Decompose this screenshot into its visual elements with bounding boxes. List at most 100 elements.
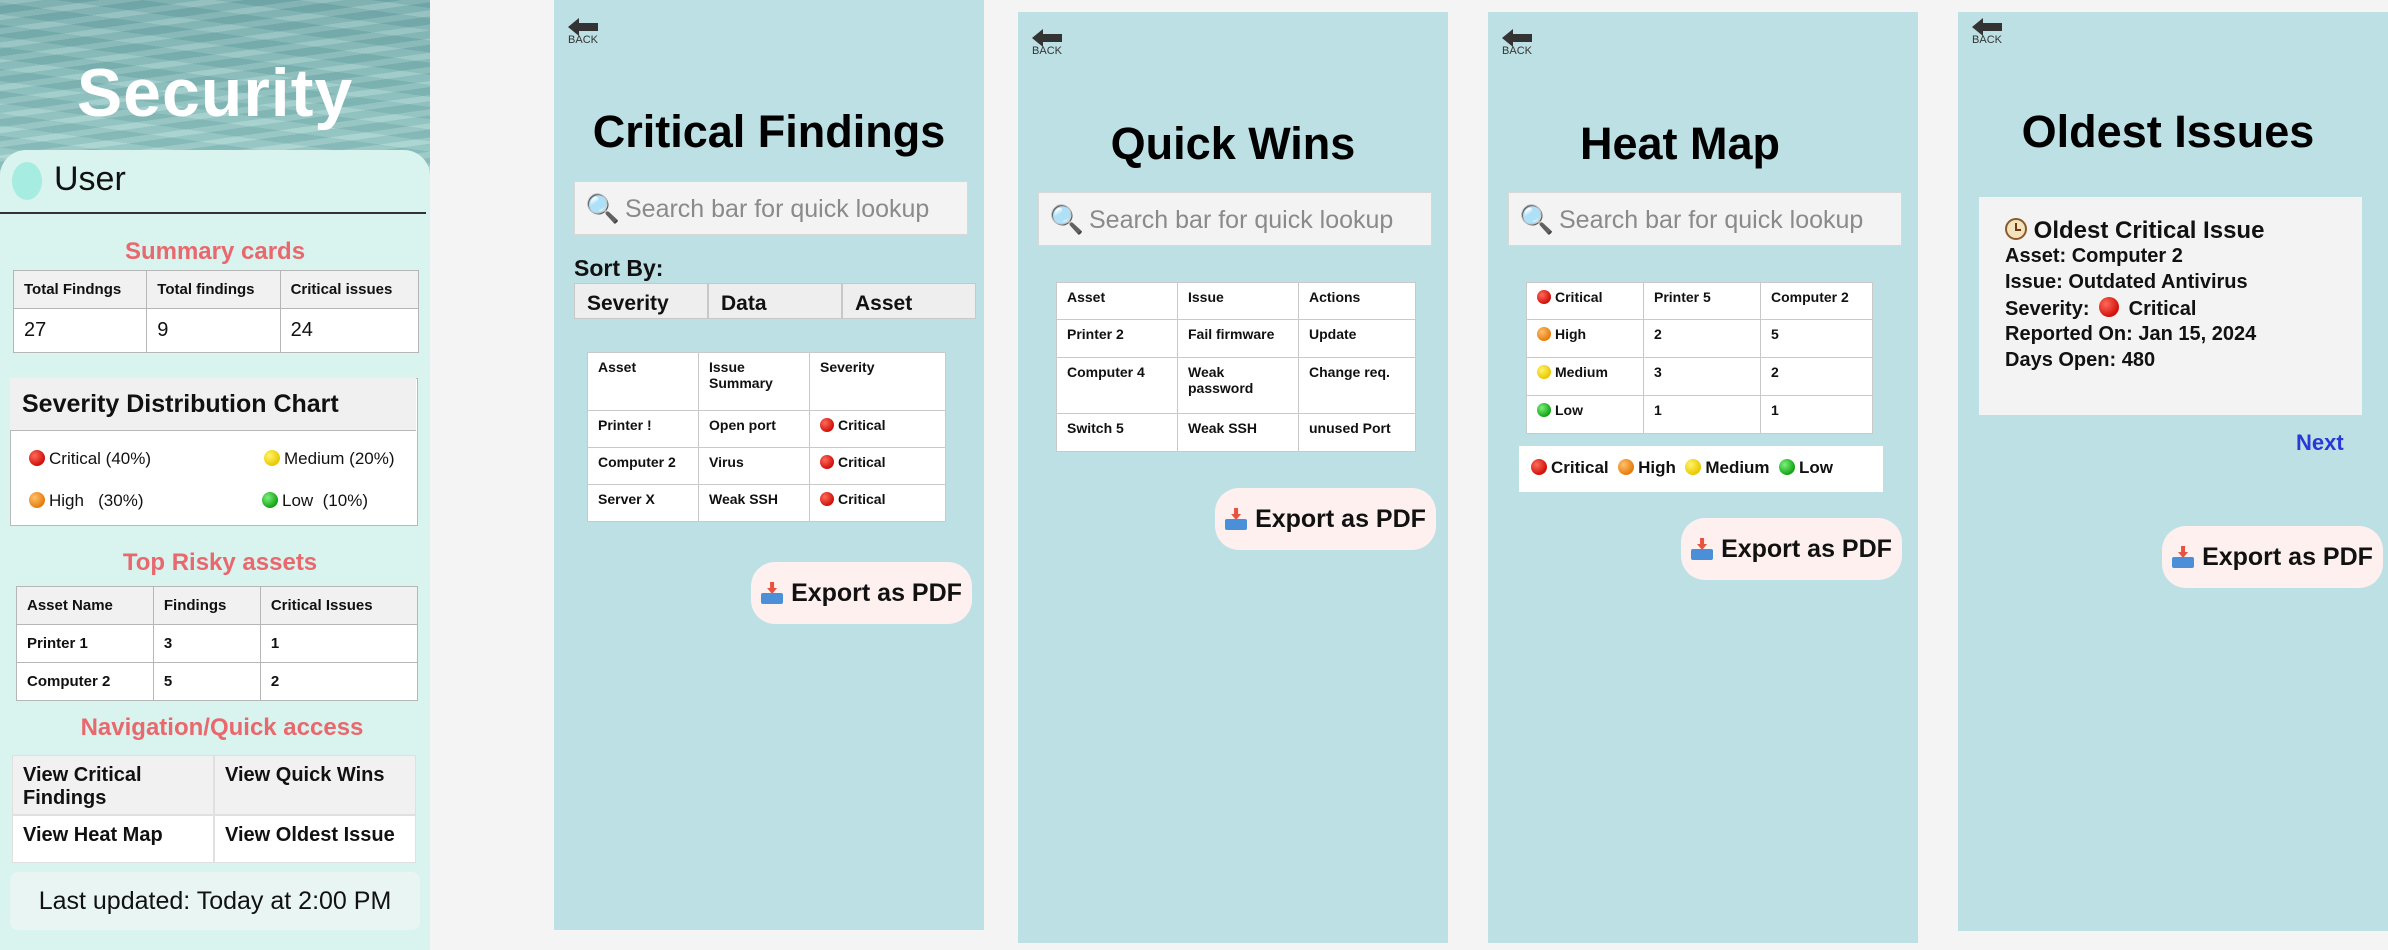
legend-critical: Critical (40%) bbox=[29, 449, 151, 469]
search-bar[interactable]: 🔍 bbox=[1508, 192, 1902, 246]
sort-asset-tab[interactable]: Asset bbox=[842, 283, 976, 319]
search-input[interactable] bbox=[623, 190, 963, 228]
table-row[interactable]: Computer 2 5 2 bbox=[16, 662, 419, 701]
column-header: Printer 5 bbox=[1643, 282, 1761, 320]
red-circle-icon bbox=[820, 455, 834, 469]
page-title: Heat Map bbox=[1579, 118, 1781, 169]
table-row[interactable]: Printer 1 3 1 bbox=[16, 624, 419, 663]
table-row[interactable]: Computer 2 Virus Critical bbox=[587, 447, 946, 485]
issue-line: Issue: Outdated Antivirus bbox=[2005, 271, 2248, 293]
search-icon: 🔍 bbox=[1519, 204, 1554, 235]
column-header: Issue Summary bbox=[698, 352, 810, 411]
user-label[interactable]: User bbox=[54, 160, 126, 199]
search-bar[interactable]: 🔍 bbox=[1038, 192, 1432, 246]
summary-header: Total Findngs bbox=[12, 270, 148, 309]
sort-data-tab[interactable]: Data bbox=[708, 283, 842, 319]
legend-medium: Medium (20%) bbox=[264, 449, 395, 469]
page-title: Critical Findings bbox=[592, 106, 946, 157]
summary-value: 9 bbox=[146, 308, 281, 353]
export-pdf-button[interactable]: Export as PDF bbox=[751, 562, 972, 624]
days-open-line: Days Open: 480 bbox=[2005, 349, 2156, 371]
red-circle-icon bbox=[820, 418, 834, 432]
green-circle-icon bbox=[1779, 459, 1796, 475]
last-updated: Last updated: Today at 2:00 PM bbox=[10, 872, 420, 930]
search-input[interactable] bbox=[1557, 201, 1897, 239]
back-button[interactable]: BACK bbox=[1967, 18, 2007, 46]
green-circle-icon bbox=[1537, 403, 1551, 417]
column-header: Critical bbox=[1555, 289, 1603, 305]
red-circle-icon bbox=[29, 450, 45, 466]
quick-wins-table: Asset Issue Actions Printer 2 Fail firmw… bbox=[1056, 282, 1416, 452]
inbox-tray-icon bbox=[2172, 546, 2195, 568]
asset-line: Asset: Computer 2 bbox=[2005, 245, 2183, 267]
summary-heading: Summary cards bbox=[124, 238, 306, 265]
summary-value: 27 bbox=[12, 308, 148, 353]
inbox-tray-icon bbox=[1225, 508, 1248, 530]
column-header: Computer 2 bbox=[1760, 282, 1873, 320]
risky-header: Findings bbox=[152, 586, 261, 625]
inbox-tray-icon bbox=[1691, 538, 1714, 560]
sort-severity-tab[interactable]: Severity bbox=[574, 283, 708, 319]
orange-circle-icon bbox=[29, 492, 45, 508]
risky-assets-heading: Top Risky assets bbox=[122, 549, 318, 576]
column-header: Asset bbox=[587, 352, 699, 411]
summary-header: Critical issues bbox=[279, 270, 420, 309]
column-header: Actions bbox=[1298, 282, 1416, 320]
column-header: Asset bbox=[1056, 282, 1178, 320]
severity-chart-title: Severity Distribution Chart bbox=[22, 390, 339, 418]
risky-header: Asset Name bbox=[16, 586, 154, 625]
red-circle-icon bbox=[820, 492, 834, 506]
yellow-circle-icon bbox=[264, 450, 280, 466]
table-row[interactable]: Printer 2 Fail firmware Update bbox=[1056, 319, 1416, 358]
table-row[interactable]: Computer 4 Weak password Change req. bbox=[1056, 357, 1416, 414]
view-quick-wins-button[interactable]: View Quick Wins bbox=[214, 755, 416, 815]
table-row[interactable]: High 2 5 bbox=[1526, 319, 1873, 358]
page-title: Quick Wins bbox=[1110, 118, 1356, 169]
critical-findings-table: Asset Issue Summary Severity Printer ! O… bbox=[587, 352, 946, 522]
search-icon: 🔍 bbox=[1049, 204, 1084, 235]
table-row[interactable]: Low 1 1 bbox=[1526, 395, 1873, 434]
column-header: Issue bbox=[1177, 282, 1299, 320]
page-title: Oldest Issues bbox=[2021, 106, 2315, 157]
export-pdf-button[interactable]: Export as PDF bbox=[1215, 488, 1436, 550]
table-row[interactable]: Switch 5 Weak SSH unused Port bbox=[1056, 413, 1416, 452]
table-row[interactable]: Medium 3 2 bbox=[1526, 357, 1873, 396]
table-row[interactable]: Printer ! Open port Critical bbox=[587, 410, 946, 448]
back-button[interactable]: BACK bbox=[563, 18, 603, 46]
orange-circle-icon bbox=[1537, 327, 1551, 341]
view-critical-findings-button[interactable]: View Critical Findings bbox=[12, 755, 214, 815]
legend-low: Low (10%) bbox=[262, 491, 368, 511]
summary-cards-table: Total Findngs Total findings Critical is… bbox=[12, 270, 420, 353]
sort-label: Sort By: bbox=[574, 255, 664, 281]
export-pdf-button[interactable]: Export as PDF bbox=[2162, 526, 2383, 588]
yellow-circle-icon bbox=[1685, 459, 1702, 475]
orange-circle-icon bbox=[1618, 459, 1635, 475]
severity-line: Severity: Critical bbox=[2005, 297, 2197, 320]
avatar[interactable] bbox=[12, 162, 42, 200]
reported-line: Reported On: Jan 15, 2024 bbox=[2005, 323, 2257, 345]
back-button[interactable]: BACK bbox=[1027, 29, 1067, 57]
search-input[interactable] bbox=[1087, 201, 1427, 239]
view-oldest-issue-button[interactable]: View Oldest Issue bbox=[214, 815, 416, 863]
legend-high: High (30%) bbox=[29, 491, 143, 511]
view-heat-map-button[interactable]: View Heat Map bbox=[12, 815, 214, 863]
search-bar[interactable]: 🔍 bbox=[574, 181, 968, 235]
green-circle-icon bbox=[262, 492, 278, 508]
divider bbox=[0, 212, 426, 214]
clock-icon bbox=[2005, 218, 2027, 240]
red-circle-icon bbox=[2099, 297, 2120, 317]
export-pdf-button[interactable]: Export as PDF bbox=[1681, 518, 1902, 580]
back-button[interactable]: BACK bbox=[1497, 29, 1537, 57]
risky-assets-table: Asset Name Findings Critical Issues Prin… bbox=[16, 586, 419, 701]
inbox-tray-icon bbox=[761, 582, 784, 604]
yellow-circle-icon bbox=[1537, 365, 1551, 379]
red-circle-icon bbox=[1531, 459, 1547, 475]
next-link[interactable]: Next bbox=[2296, 430, 2344, 456]
navigation-heading: Navigation/Quick access bbox=[80, 714, 364, 741]
card-title: Oldest Critical Issue bbox=[2005, 217, 2264, 245]
severity-chart-header: Severity Distribution Chart bbox=[10, 378, 416, 431]
table-row[interactable]: Server X Weak SSH Critical bbox=[587, 484, 946, 522]
summary-value: 24 bbox=[279, 308, 420, 353]
red-circle-icon bbox=[1537, 290, 1551, 304]
column-header: Severity bbox=[809, 352, 946, 411]
